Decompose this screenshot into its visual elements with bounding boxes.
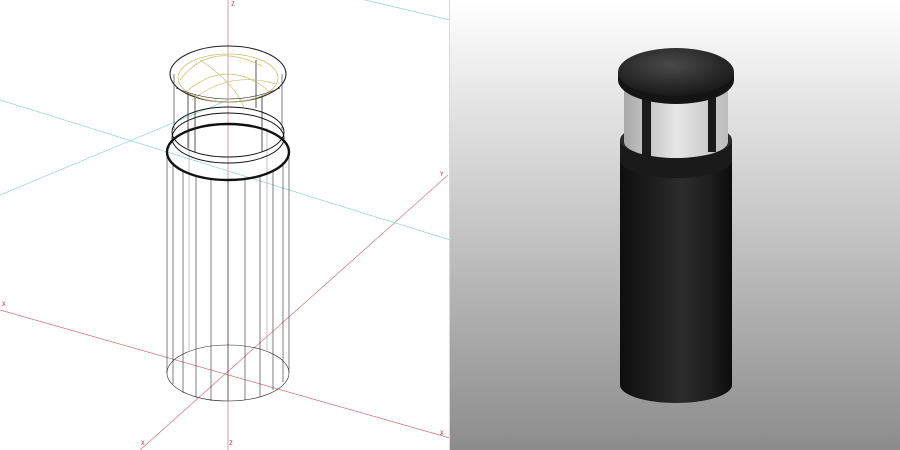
- axis-label-x-bottom: X: [141, 440, 145, 447]
- axis-label-x-right: X: [440, 430, 444, 437]
- render-canvas: [450, 0, 900, 450]
- axis-label-y-right: Y: [440, 171, 444, 178]
- wireframe-view[interactable]: Z Y X X Z X: [0, 0, 450, 450]
- axis-label-x-left: X: [2, 301, 6, 308]
- bollard-light-render: [618, 48, 734, 403]
- axis-label-z-top: Z: [231, 1, 235, 8]
- render-view[interactable]: [450, 0, 900, 450]
- wireframe-canvas: [0, 0, 450, 450]
- axis-label-z-bottom: Z: [229, 440, 233, 447]
- comparison-stage: Z Y X X Z X: [0, 0, 900, 450]
